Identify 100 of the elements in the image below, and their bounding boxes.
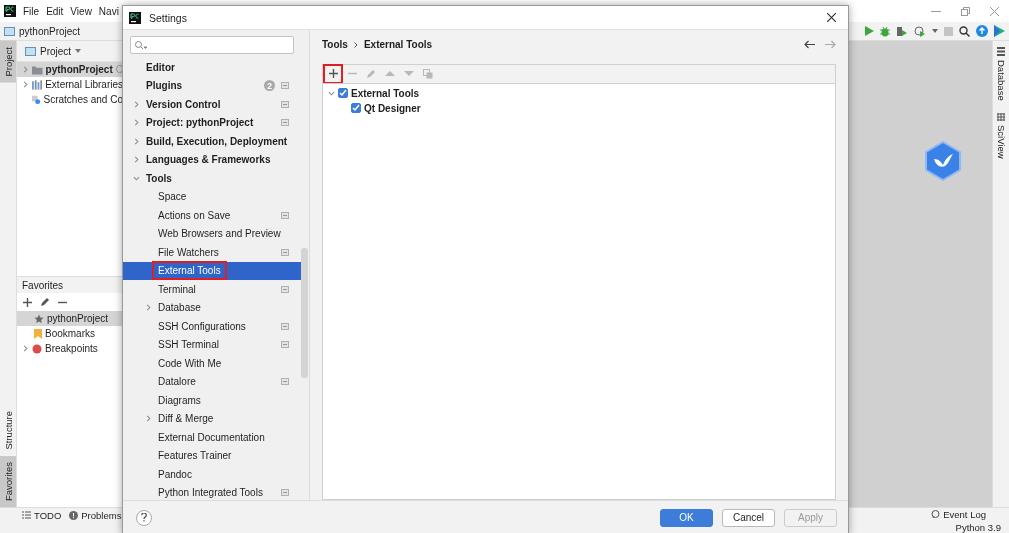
chevron-icon[interactable] xyxy=(328,89,335,97)
breadcrumb-item: Tools xyxy=(322,39,348,51)
edit-icon[interactable] xyxy=(40,297,50,307)
settings-nav-item[interactable]: Database xyxy=(123,298,301,317)
app-logo-icon xyxy=(129,11,141,24)
settings-nav-item[interactable]: Web Browsers and Preview xyxy=(123,224,301,243)
settings-nav-item[interactable]: Plugins 2 xyxy=(123,76,301,95)
add-icon[interactable] xyxy=(23,297,32,307)
profiler-icon[interactable] xyxy=(914,25,926,37)
dialog-button[interactable]: Cancel xyxy=(722,508,775,527)
checkbox[interactable] xyxy=(338,88,348,99)
favorites-item[interactable]: Bookmarks xyxy=(17,326,123,341)
help-button[interactable] xyxy=(136,509,152,526)
back-arrow-icon[interactable] xyxy=(804,40,815,50)
breakpoint-icon xyxy=(32,343,42,354)
breadcrumb-item: External Tools xyxy=(363,39,433,51)
down-triangle-icon xyxy=(404,70,414,78)
update-icon[interactable] xyxy=(976,25,988,37)
chevron-icon[interactable] xyxy=(22,81,29,88)
scrollbar-thumb[interactable] xyxy=(301,248,308,378)
chevron-icon[interactable] xyxy=(133,137,140,145)
chevron-icon[interactable] xyxy=(145,304,152,312)
list-icon xyxy=(22,511,31,519)
panel-title[interactable]: Project xyxy=(40,45,72,57)
dropdown-caret-icon[interactable] xyxy=(75,49,82,53)
plugin-logo-icon[interactable] xyxy=(994,25,1005,37)
settings-nav-item[interactable]: Terminal xyxy=(123,280,301,299)
menu-item[interactable]: Edit xyxy=(46,5,64,17)
chevron-icon[interactable] xyxy=(22,345,29,352)
run-icon[interactable] xyxy=(865,26,874,36)
app-logo-icon xyxy=(4,5,16,17)
close-icon[interactable] xyxy=(827,13,836,22)
dropdown-caret-icon[interactable] xyxy=(932,29,938,33)
tool-window-tab[interactable]: Structure xyxy=(0,405,16,456)
settings-nav-item[interactable]: Pandoc xyxy=(123,465,301,484)
settings-nav-item[interactable]: SSH Terminal xyxy=(123,335,301,354)
restore-icon[interactable] xyxy=(961,6,970,16)
forward-arrow-icon[interactable] xyxy=(825,40,836,50)
settings-nav-item[interactable]: Version Control xyxy=(123,95,301,114)
tool-window-tab[interactable]: Database xyxy=(993,41,1009,107)
tool-window-tab[interactable]: Favorites xyxy=(0,455,16,507)
chevron-icon[interactable] xyxy=(133,100,140,108)
debug-icon[interactable] xyxy=(880,25,890,37)
copy-icon xyxy=(423,68,433,79)
settings-nav-item[interactable]: Project: pythonProject xyxy=(123,113,301,132)
settings-nav-item[interactable]: Build, Execution, Deployment xyxy=(123,132,301,151)
settings-nav-item[interactable]: Code With Me xyxy=(123,354,301,373)
settings-nav-item[interactable]: Space xyxy=(123,187,301,206)
database-icon xyxy=(997,47,1005,56)
settings-nav-item[interactable]: Tools xyxy=(123,169,301,188)
menu-item[interactable]: View xyxy=(70,5,92,17)
menu-item[interactable]: File xyxy=(23,5,40,17)
tool-window-tab[interactable]: Problems xyxy=(69,509,122,521)
chevron-icon[interactable] xyxy=(133,119,140,127)
settings-nav-item[interactable]: Diagrams xyxy=(123,391,301,410)
project-icon xyxy=(25,46,36,56)
tool-window-tab[interactable]: TODO xyxy=(22,509,62,521)
settings-nav-item[interactable]: Diff & Merge xyxy=(123,409,301,428)
settings-nav-item[interactable]: Editor xyxy=(123,58,301,77)
settings-nav-item[interactable]: External Documentation xyxy=(123,428,301,447)
search-field[interactable] xyxy=(130,36,294,54)
question-mark-icon xyxy=(141,513,147,522)
stop-icon[interactable] xyxy=(944,26,953,36)
search-icon[interactable] xyxy=(959,25,970,37)
project-tree-item[interactable]: External Libraries xyxy=(17,77,123,92)
grid-icon xyxy=(997,112,1005,121)
dialog-button[interactable]: OK xyxy=(660,508,713,527)
interpreter-status[interactable]: Python 3.9 xyxy=(955,522,1001,533)
chevron-icon[interactable] xyxy=(133,174,140,182)
favorites-item[interactable]: pythonProject xyxy=(17,311,123,326)
panel-title: Favorites xyxy=(17,277,123,293)
chevron-icon[interactable] xyxy=(145,415,152,423)
up-triangle-icon xyxy=(385,70,395,78)
settings-nav-item[interactable]: Actions on Save xyxy=(123,206,301,225)
settings-nav-item[interactable]: Features Trainer xyxy=(123,446,301,465)
chevron-icon[interactable] xyxy=(133,156,140,164)
settings-nav-item[interactable]: Datalore xyxy=(123,372,301,391)
favorites-item[interactable]: Breakpoints xyxy=(17,341,123,356)
event-log-button[interactable]: Event Log xyxy=(931,509,986,520)
settings-nav-item[interactable]: Languages & Frameworks xyxy=(123,150,301,169)
pencil-icon xyxy=(366,68,376,79)
hexagon-logo-icon xyxy=(924,141,962,181)
minimize-icon[interactable] xyxy=(931,10,941,12)
coverage-icon[interactable] xyxy=(896,25,908,37)
update-count-badge: 2 xyxy=(264,80,275,92)
tool-window-tab[interactable]: SciView xyxy=(993,106,1009,165)
scratch-file-icon xyxy=(32,93,41,106)
tool-window-tab[interactable]: Project xyxy=(0,41,16,83)
settings-nav-item[interactable]: Python Integrated Tools xyxy=(123,483,301,502)
plus-icon xyxy=(328,69,338,79)
breadcrumb-separator-icon xyxy=(353,41,358,48)
settings-nav-item[interactable]: File Watchers xyxy=(123,243,301,262)
tool-label: External Tools xyxy=(351,87,420,99)
settings-nav-item[interactable]: External Tools xyxy=(123,261,301,280)
settings-nav-item[interactable]: SSH Configurations xyxy=(123,317,301,336)
menu-item[interactable]: Navi xyxy=(98,5,119,17)
add-button[interactable] xyxy=(325,65,341,82)
project-title: pythonProject xyxy=(19,25,81,37)
checkbox[interactable] xyxy=(351,103,361,114)
chevron-icon[interactable] xyxy=(22,66,29,73)
